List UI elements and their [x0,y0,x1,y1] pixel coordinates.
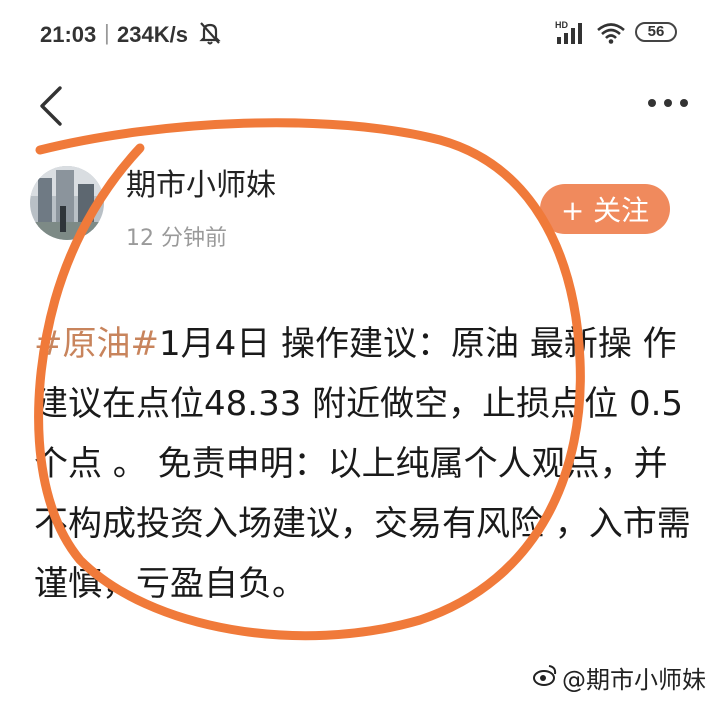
signal-icon: HD [555,20,585,52]
battery-icon: 56 [635,22,677,42]
post-timestamp: 12 分钟前 [126,226,227,251]
watermark: @期市小师妹 [532,660,706,695]
mute-bell-icon [198,20,222,52]
watermark-text: @期市小师妹 [562,666,706,694]
back-button[interactable] [34,82,74,130]
more-horizontal-icon [648,99,688,107]
hashtag-link[interactable]: #原油# [34,324,159,364]
status-time: 21:03 [40,22,97,47]
avatar[interactable] [30,166,104,240]
wifi-icon [596,22,626,50]
more-button[interactable] [644,92,692,114]
post-text: 1月4日 操作建议：原油 最新操 作建议在点位48.33 附近做空，止损点位 0… [34,324,691,604]
author-name[interactable]: 期市小师妹 [126,160,276,204]
weibo-logo-icon [532,663,558,693]
status-bar: 21:03 | 234K/s HD 56 [0,0,720,64]
network-speed: 234K/s [117,22,188,47]
status-separator: | [104,20,110,45]
post-content: #原油#1月4日 操作建议：原油 最新操 作建议在点位48.33 附近做空，止损… [34,314,694,614]
follow-button[interactable]: + 关注 [540,184,670,234]
chevron-left-icon [40,86,62,126]
hd-label: HD [555,20,568,30]
